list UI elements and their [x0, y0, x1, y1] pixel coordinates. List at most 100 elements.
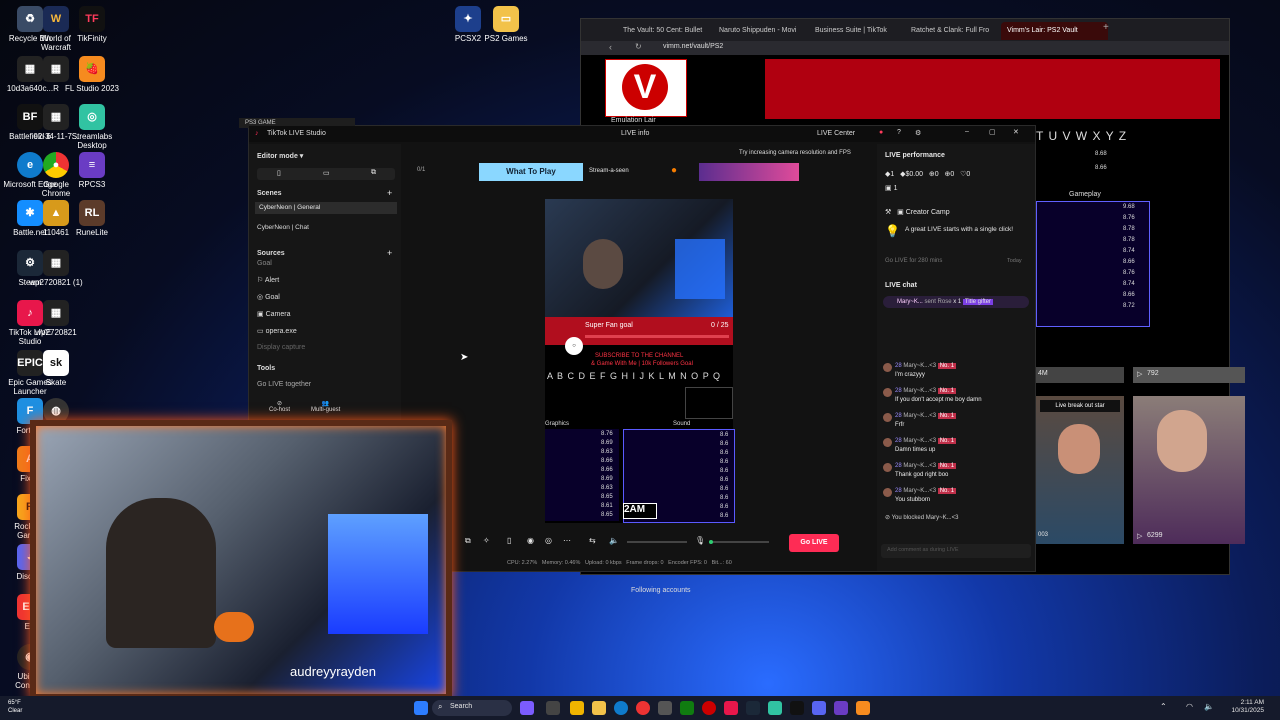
chrome-taskbar-icon[interactable] — [636, 701, 650, 715]
layout-tool-icon[interactable]: ⧉ — [465, 536, 471, 546]
mic-slider-knob[interactable] — [709, 540, 713, 544]
chat-message[interactable]: 28 Mary~K...<3 No. 1 I'm crazyyy — [881, 362, 1031, 386]
close-icon[interactable]: ✕ — [1013, 128, 1019, 136]
fl-studio-icon[interactable]: 🍓 FL Studio 2023 — [64, 56, 120, 93]
source-item-camera[interactable]: ▣ Camera — [257, 310, 290, 318]
go-live-button[interactable]: Go LIVE — [789, 534, 839, 552]
start-icon[interactable] — [414, 701, 428, 715]
what-to-play-banner[interactable]: What To Play — [479, 163, 583, 181]
chat-input[interactable]: Add comment as during LIVE — [881, 544, 1031, 558]
chat-user[interactable]: Mary~K...<3 — [903, 438, 936, 444]
more-icon[interactable]: ⋯ — [563, 536, 571, 545]
chat-message[interactable]: 28 Mary~K...<3 No. 1 Frfr — [881, 412, 1031, 436]
chat-user[interactable]: Mary~K...<3 — [903, 413, 936, 419]
folder-icon[interactable]: ▭ PS2 Games — [478, 6, 534, 43]
weather-widget[interactable]: 65°F Clear — [8, 699, 22, 715]
chat-user[interactable]: Mary~K...<3 — [903, 488, 936, 494]
discord-taskbar-icon[interactable] — [812, 701, 826, 715]
chat-message[interactable]: 28 Mary~K...<3 No. 1 Thank god right boo — [881, 462, 1031, 486]
app-icon[interactable] — [570, 701, 584, 715]
landscape-icon[interactable]: ▭ — [323, 169, 330, 177]
live-info-tab[interactable]: LIVE info — [621, 130, 649, 137]
browser-tab[interactable]: Ratchet & Clank: Full Fro — [905, 22, 1007, 40]
fl-studio-taskbar-icon[interactable] — [856, 701, 870, 715]
steam-taskbar-icon[interactable] — [746, 701, 760, 715]
source-item-display[interactable]: Display capture — [257, 344, 305, 351]
volume-slider[interactable] — [627, 541, 687, 543]
video-thumb[interactable]: 4M — [1036, 367, 1124, 383]
reload-icon[interactable]: ↻ — [635, 42, 642, 51]
live-center-button[interactable]: LIVE Center — [817, 130, 855, 137]
alphabet-nav[interactable]: T U V W X Y Z — [1036, 129, 1127, 143]
minimize-icon[interactable]: – — [965, 128, 969, 135]
help-icon[interactable]: ? — [897, 129, 901, 136]
mixer-icon[interactable]: ⇆ — [589, 536, 596, 545]
stream-preview[interactable]: Super Fan goal 0 / 25 ○ SUBSCRIBE TO THE… — [545, 199, 735, 523]
source-item[interactable]: Goal — [257, 260, 272, 267]
scene-item-chat[interactable]: CyberNeon | Chat — [257, 224, 309, 231]
wifi-icon[interactable]: ◠ — [1186, 702, 1193, 711]
image-file-icon[interactable]: ▦ wp2720821 (1) — [28, 250, 84, 287]
chat-user[interactable]: Mary~K...<3 — [903, 388, 936, 394]
add-source-icon[interactable]: + — [387, 248, 392, 258]
store-icon[interactable] — [658, 701, 672, 715]
task-view-icon[interactable] — [546, 701, 560, 715]
tray-chevron-icon[interactable]: ⌃ — [1160, 702, 1167, 711]
notification-icon[interactable]: ● — [879, 129, 883, 136]
skate-icon[interactable]: sk Skate — [28, 350, 84, 387]
source-item-opera[interactable]: ▭ opera.exe — [257, 327, 297, 335]
streamlabs-icon[interactable]: ◎ Streamlabs Desktop — [64, 104, 120, 150]
maximize-icon[interactable]: ▢ — [989, 128, 996, 136]
streamlabs-taskbar-icon[interactable] — [768, 701, 782, 715]
clock[interactable]: 2:11 AM 10/31/2025 — [1224, 699, 1264, 715]
mic-slider[interactable] — [709, 540, 769, 544]
phone-icon[interactable]: ▯ — [507, 536, 511, 545]
source-item-goal[interactable]: ◎ Goal — [257, 293, 280, 301]
effects-icon[interactable]: ✧ — [483, 536, 490, 545]
rpcs3-icon[interactable]: ≡ RPCS3 — [64, 152, 120, 189]
source-item-alert[interactable]: ⚐ Alert — [257, 276, 279, 284]
chat-user[interactable]: Mary~K...<3 — [903, 463, 936, 469]
tikfinity-taskbar-icon[interactable] — [790, 701, 804, 715]
url-field[interactable]: vimm.net/vault/PS2 — [663, 43, 723, 50]
volume-icon[interactable]: 🔈 — [1204, 702, 1214, 711]
browser-tab[interactable]: Business Suite | TikTok — [809, 22, 911, 40]
vimm-logo[interactable]: V — [605, 59, 687, 117]
back-icon[interactable]: ‹ — [609, 42, 612, 52]
tiktok-studio-taskbar-icon[interactable] — [724, 701, 738, 715]
chat-message[interactable]: 28 Mary~K...<3 No. 1 You stubborn — [881, 487, 1031, 511]
copilot-icon[interactable] — [520, 701, 534, 715]
orientation-switch[interactable]: ▯ ▭ ⧉ — [257, 168, 395, 180]
rpcs3-taskbar-icon[interactable] — [834, 701, 848, 715]
microphone-icon[interactable]: 🎙 — [695, 536, 705, 545]
xbox-icon[interactable] — [680, 701, 694, 715]
settings-icon[interactable]: ⚙ — [915, 129, 921, 137]
record-icon[interactable]: ◉ — [527, 536, 534, 545]
studio-pass-banner[interactable] — [699, 163, 799, 181]
editor-mode-dropdown[interactable]: Editor mode ▾ — [257, 152, 303, 160]
add-scene-icon[interactable]: + — [387, 188, 392, 198]
tikfinity-icon[interactable]: TF TikFinity — [64, 6, 120, 43]
new-tab-icon[interactable]: + — [1103, 22, 1109, 33]
scene-item-general[interactable]: CyberNeon | General — [255, 202, 397, 214]
opera-icon[interactable] — [702, 701, 716, 715]
video-thumb[interactable]: Live break out star 003 — [1036, 396, 1124, 544]
multi-guest-button[interactable]: 👥 Multi-guest — [311, 400, 340, 413]
chat-message[interactable]: 28 Mary~K...<3 No. 1 If you don't accept … — [881, 387, 1031, 411]
creator-camp-row[interactable]: ⚒ ▣ Creator Camp — [885, 208, 950, 216]
browser-tab-active[interactable]: Vimm's Lair: PS2 Vault — [1001, 22, 1108, 40]
video-thumb[interactable]: ▷ 6299 — [1133, 396, 1245, 544]
chat-user[interactable]: Mary~K...<3 — [903, 363, 936, 369]
camera-toggle-icon[interactable]: ◎ — [545, 536, 552, 545]
search-box[interactable]: ⌕ Search — [432, 700, 512, 716]
speaker-icon[interactable]: 🔈 — [609, 536, 619, 545]
image-file-icon[interactable]: ▦ wp2720821 — [28, 300, 84, 337]
video-thumb[interactable]: ▷ 792 — [1133, 367, 1245, 383]
browser-tab[interactable]: The Vault: 50 Cent: Bullet — [617, 22, 719, 40]
layout-icon[interactable]: ⧉ — [371, 169, 376, 177]
chat-message[interactable]: 28 Mary~K...<3 No. 1 Damn times up — [881, 437, 1031, 461]
co-host-button[interactable]: ⊘ Co-host — [269, 400, 290, 413]
browser-tab[interactable]: Naruto Shippuden - Movi — [713, 22, 815, 40]
file-explorer-icon[interactable] — [592, 701, 606, 715]
edge-taskbar-icon[interactable] — [614, 701, 628, 715]
